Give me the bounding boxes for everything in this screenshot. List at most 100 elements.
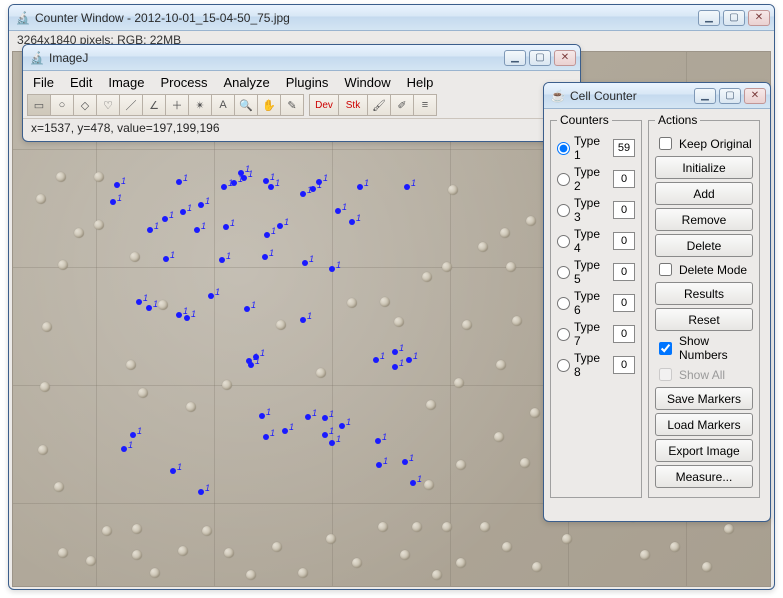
cell-plain[interactable] [442,522,452,532]
cell-plain[interactable] [412,522,422,532]
type-row-5[interactable]: Type 50 [557,258,635,286]
type-row-2[interactable]: Type 20 [557,165,635,193]
tool-stk[interactable]: Stk [338,94,368,116]
imagej-window[interactable]: 🔬 ImageJ ▁ ▢ ✕ FileEditImageProcessAnaly… [22,44,581,142]
cell-plain[interactable] [526,216,536,226]
delete-mode-check[interactable]: Delete Mode [655,260,753,279]
tool-bar[interactable]: ▭○◇♡／∠＋✴A🔍✋✎DevStk🖌✐≡ [23,92,580,119]
cell-plain[interactable] [394,317,404,327]
cell-marker[interactable]: 1 [392,349,398,355]
cell-marker[interactable]: 1 [335,208,341,214]
cell-marker[interactable]: 1 [180,209,186,215]
cell-plain[interactable] [562,534,572,544]
cell-plain[interactable] [378,522,388,532]
cell-plain[interactable] [640,550,650,560]
cell-plain[interactable] [347,298,357,308]
cell-marker[interactable]: 1 [130,432,136,438]
cell-marker[interactable]: 1 [163,256,169,262]
remove-button[interactable]: Remove [655,208,753,231]
show-numbers-check[interactable]: Show Numbers [655,334,753,362]
cell-marker[interactable]: 1 [147,227,153,233]
cell-marker[interactable]: 1 [329,266,335,272]
cell-plain[interactable] [456,460,466,470]
menu-item-analyze[interactable]: Analyze [223,75,269,90]
cell-plain[interactable] [54,482,64,492]
cell-plain[interactable] [462,320,472,330]
cell-marker[interactable]: 1 [176,179,182,185]
imagej-titlebar[interactable]: 🔬 ImageJ ▁ ▢ ✕ [23,45,580,71]
cell-marker[interactable]: 1 [176,312,182,318]
results-button[interactable]: Results [655,282,753,305]
minimize-button[interactable]: ▁ [698,10,720,26]
cell-marker[interactable]: 1 [373,357,379,363]
cell-plain[interactable] [702,562,712,572]
tool-point[interactable]: ＋ [165,94,189,116]
cell-plain[interactable] [74,228,84,238]
show-numbers-checkbox[interactable] [659,342,672,355]
keep-original-checkbox[interactable] [659,137,672,150]
tool-lut[interactable]: ≡ [413,94,437,116]
cell-marker[interactable]: 1 [170,468,176,474]
cell-plain[interactable] [500,228,510,238]
cell-marker[interactable]: 1 [339,423,345,429]
cell-plain[interactable] [478,242,488,252]
cell-plain[interactable] [126,360,136,370]
cell-plain[interactable] [186,402,196,412]
cell-marker[interactable]: 1 [121,446,127,452]
cell-plain[interactable] [530,408,540,418]
delete-button[interactable]: Delete [655,234,753,257]
cell-counter-window[interactable]: ☕ Cell Counter ▁ ▢ ✕ Counters Type 159Ty… [543,82,771,522]
cell-plain[interactable] [298,568,308,578]
cell-marker[interactable]: 1 [259,413,265,419]
cell-plain[interactable] [42,322,52,332]
cell-marker[interactable]: 1 [194,227,200,233]
save-markers-button[interactable]: Save Markers [655,387,753,410]
cell-marker[interactable]: 1 [238,170,244,176]
cell-marker[interactable]: 1 [221,184,227,190]
delete-mode-checkbox[interactable] [659,263,672,276]
cell-plain[interactable] [454,378,464,388]
cell-marker[interactable]: 1 [146,305,152,311]
menu-item-plugins[interactable]: Plugins [286,75,329,90]
cell-marker[interactable]: 1 [263,178,269,184]
cell-marker[interactable]: 1 [262,254,268,260]
type-row-8[interactable]: Type 80 [557,351,635,379]
cell-marker[interactable]: 1 [404,184,410,190]
cell-plain[interactable] [316,368,326,378]
cell-marker[interactable]: 1 [402,459,408,465]
cell-plain[interactable] [424,480,434,490]
tool-rect[interactable]: ▭ [27,94,51,116]
tool-spray[interactable]: ✐ [390,94,414,116]
reset-button[interactable]: Reset [655,308,753,331]
cell-marker[interactable]: 1 [231,180,237,186]
cell-plain[interactable] [102,526,112,536]
type-radio-5[interactable] [557,266,570,279]
type-radio-3[interactable] [557,204,570,217]
keep-original-check[interactable]: Keep Original [655,134,753,153]
cell-plain[interactable] [202,526,212,536]
cell-plain[interactable] [150,568,160,578]
tool-dev[interactable]: Dev [309,94,339,116]
cell-marker[interactable]: 1 [136,299,142,305]
measure-button[interactable]: Measure... [655,465,753,488]
cell-plain[interactable] [130,252,140,262]
cell-plain[interactable] [326,534,336,544]
tool-line[interactable]: ／ [119,94,143,116]
export-image-button[interactable]: Export Image [655,439,753,462]
cell-marker[interactable]: 1 [110,199,116,205]
cell-marker[interactable]: 1 [264,232,270,238]
tool-angle[interactable]: ∠ [142,94,166,116]
cell-plain[interactable] [56,172,66,182]
type-row-3[interactable]: Type 30 [557,196,635,224]
tool-dropper[interactable]: ✎ [280,94,304,116]
cell-plain[interactable] [132,524,142,534]
cell-marker[interactable]: 1 [114,182,120,188]
close-button[interactable]: ✕ [744,88,766,104]
cell-marker[interactable]: 1 [375,438,381,444]
cell-plain[interactable] [494,432,504,442]
tool-freehand[interactable]: ♡ [96,94,120,116]
type-radio-6[interactable] [557,297,570,310]
cell-marker[interactable]: 1 [184,315,190,321]
menu-item-edit[interactable]: Edit [70,75,92,90]
type-row-7[interactable]: Type 70 [557,320,635,348]
